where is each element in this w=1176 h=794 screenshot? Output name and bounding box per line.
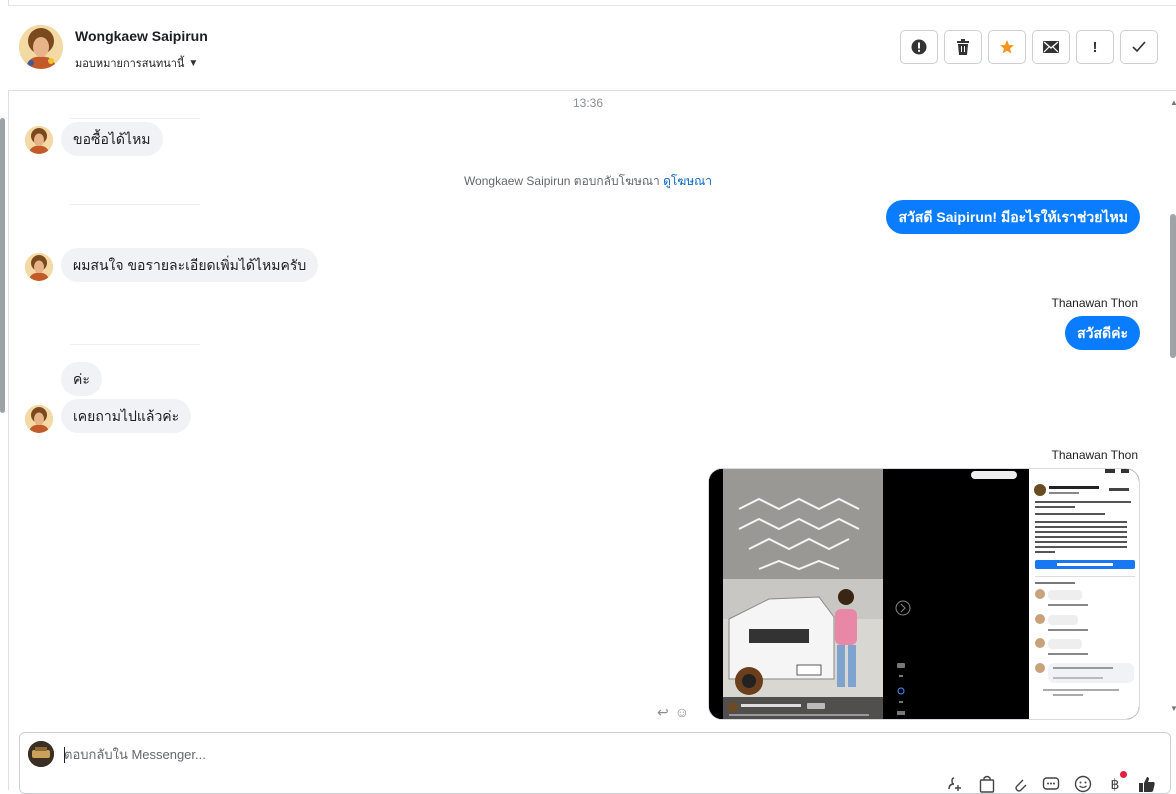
contact-avatar[interactable] (19, 25, 63, 69)
message-divider (70, 204, 200, 205)
composer-toolbar: ฿ (946, 771, 1156, 793)
thumbs-up-icon[interactable] (1138, 775, 1156, 793)
page-avatar (28, 741, 54, 767)
reply-icon[interactable]: ↩ (657, 704, 669, 721)
ad-screenshot-image (709, 469, 1139, 719)
incoming-message[interactable]: เคยถามไปแล้วค่ะ (61, 399, 192, 433)
mark-unread-button[interactable] (1032, 30, 1070, 64)
outgoing-message[interactable]: สวัสดีค่ะ (1065, 316, 1140, 350)
report-button[interactable] (900, 30, 938, 64)
follow-up-button[interactable]: ! (1076, 30, 1114, 64)
incoming-message[interactable]: ผมสนใจ ขอรายละเอียดเพิ่มได้ไหมครับ (61, 248, 319, 282)
outgoing-message[interactable]: สวัสดี Saipirun! มีอะไรให้เราช่วยไหม (886, 200, 1140, 234)
right-scrollbar-thumb[interactable] (1170, 214, 1176, 358)
sender-name: Thanawan Thon (1051, 448, 1138, 462)
sender-avatar[interactable] (25, 405, 53, 433)
star-icon (1000, 40, 1014, 54)
header-actions: ! (900, 30, 1158, 64)
scroll-down-arrow[interactable]: ▼ (1170, 704, 1176, 713)
caret-down-icon: ▼ (188, 57, 199, 69)
image-attachment[interactable] (708, 468, 1140, 720)
bag-icon[interactable] (978, 775, 996, 793)
incoming-message[interactable]: ค่ะ (61, 362, 102, 396)
message-actions: ↩ ☺ (657, 704, 689, 721)
sender-avatar[interactable] (25, 126, 53, 154)
reply-input[interactable] (64, 747, 924, 762)
ad-reply-notice: Wongkaew Saipirun ตอบกลับโฆษณา ดูโฆษณา (0, 172, 1176, 191)
assign-label: มอบหมายการสนทนานี้ (75, 58, 185, 70)
trash-icon (957, 39, 969, 55)
message-divider (70, 344, 200, 345)
check-icon (1132, 41, 1146, 53)
assign-conversation-dropdown[interactable]: มอบหมายการสนทนานี้ ▼ (75, 54, 198, 72)
sender-name: Thanawan Thon (1051, 296, 1138, 310)
view-ad-link[interactable]: ดูโฆษณา (663, 174, 712, 188)
delete-button[interactable] (944, 30, 982, 64)
paperclip-icon[interactable] (1010, 775, 1028, 793)
contact-name[interactable]: Wongkaew Saipirun (75, 28, 208, 44)
saved-reply-icon[interactable] (1042, 775, 1060, 793)
mark-done-button[interactable] (1120, 30, 1158, 64)
message-divider (70, 118, 200, 119)
add-contact-icon[interactable] (946, 775, 964, 793)
incoming-message[interactable]: ขอซื้อได้ไหม (61, 122, 163, 156)
conversation-header: Wongkaew Saipirun มอบหมายการสนทนานี้ ▼ ! (8, 6, 1176, 91)
text-cursor (64, 747, 65, 763)
sender-avatar[interactable] (25, 253, 53, 281)
emoji-icon[interactable] (1074, 775, 1092, 793)
left-scrollbar[interactable] (0, 118, 5, 413)
message-timestamp: 13:36 (572, 96, 604, 110)
notification-dot (1120, 771, 1127, 778)
exclamation-icon: ! (1092, 38, 1098, 56)
envelope-icon (1043, 41, 1059, 53)
ad-reply-text: Wongkaew Saipirun ตอบกลับโฆษณา (463, 174, 660, 188)
star-button[interactable] (988, 30, 1026, 64)
react-emoji-icon[interactable]: ☺ (675, 704, 689, 721)
message-composer: ฿ (19, 732, 1171, 794)
exclamation-circle-icon (911, 39, 927, 55)
payment-icon[interactable]: ฿ (1106, 771, 1127, 793)
